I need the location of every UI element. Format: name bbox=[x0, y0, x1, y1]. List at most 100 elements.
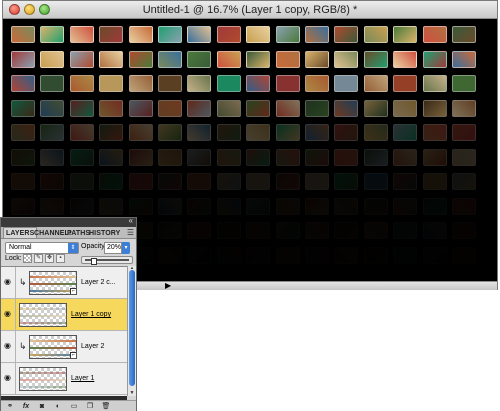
photo-thumbnail bbox=[11, 50, 35, 68]
photo-thumbnail bbox=[69, 26, 94, 43]
layer-thumbnail[interactable]: ⌐ bbox=[29, 271, 77, 295]
photo-thumbnail bbox=[246, 148, 271, 166]
smart-object-badge-icon: ⌐ bbox=[70, 288, 76, 294]
tab-history[interactable]: HISTORY bbox=[87, 228, 122, 239]
layer-name[interactable]: Layer 1 copy bbox=[71, 311, 111, 318]
delete-layer-trash-icon[interactable]: 🗑 bbox=[101, 402, 111, 411]
collapse-panel-icon[interactable]: « bbox=[129, 216, 133, 225]
layer-thumbnail[interactable] bbox=[19, 367, 67, 391]
photo-thumbnail bbox=[334, 222, 358, 239]
photo-thumbnail bbox=[99, 173, 124, 190]
layer-name[interactable]: Layer 1 bbox=[71, 375, 94, 382]
blend-mode-select[interactable]: Normal ⇕ bbox=[5, 242, 79, 254]
layer-list-scrollbar[interactable]: ▲ ▼ bbox=[127, 266, 136, 396]
photo-thumbnail bbox=[158, 222, 182, 239]
photo-thumbnail bbox=[69, 50, 94, 68]
photo-thumbnail bbox=[40, 148, 65, 166]
photo-thumbnail bbox=[334, 197, 359, 215]
photo-thumbnail bbox=[363, 99, 388, 117]
photo-thumbnail bbox=[423, 222, 447, 239]
layer-name[interactable]: Layer 2 bbox=[81, 343, 104, 350]
photo-thumbnail bbox=[393, 173, 418, 190]
layer-name[interactable]: Layer 2 c... bbox=[81, 279, 116, 286]
photo-thumbnail bbox=[393, 247, 417, 264]
photo-thumbnail bbox=[40, 75, 65, 92]
photo-thumbnail bbox=[246, 197, 271, 215]
photo-thumbnail bbox=[216, 148, 241, 166]
layer-thumbnail[interactable] bbox=[19, 303, 67, 327]
new-layer-icon[interactable]: ❐ bbox=[85, 402, 95, 411]
layer-row[interactable]: ◉ ↳ ⌐ Layer 2 bbox=[1, 331, 127, 363]
visibility-toggle[interactable]: ◉ bbox=[1, 363, 16, 394]
scrollbar-thumb[interactable] bbox=[129, 270, 135, 386]
photo-thumbnail bbox=[275, 148, 300, 166]
photo-thumbnail bbox=[393, 124, 418, 141]
photo-thumbnail bbox=[158, 50, 182, 68]
photo-thumbnail bbox=[334, 247, 358, 264]
fx-layer-style-icon[interactable]: fx bbox=[21, 402, 31, 411]
photo-thumbnail bbox=[187, 222, 211, 239]
photo-thumbnail bbox=[305, 75, 329, 92]
photo-thumbnail bbox=[187, 50, 212, 68]
photo-thumbnail bbox=[334, 26, 359, 43]
new-group-folder-icon[interactable]: ▭ bbox=[69, 402, 79, 411]
photo-thumbnail bbox=[216, 99, 241, 117]
photo-thumbnail bbox=[363, 197, 388, 215]
photo-thumbnail bbox=[99, 26, 124, 43]
photo-thumbnail bbox=[275, 26, 300, 43]
photo-thumbnail bbox=[275, 173, 300, 190]
photo-thumbnail bbox=[452, 173, 476, 190]
photo-thumbnail bbox=[158, 247, 182, 264]
photo-thumbnail bbox=[452, 99, 476, 117]
layer-row[interactable]: ◉ ↳ ⌐ Layer 2 c... bbox=[1, 267, 127, 299]
photo-thumbnail bbox=[422, 75, 447, 92]
layer-thumbnail[interactable]: ⌐ bbox=[29, 335, 77, 359]
panel-menu-icon[interactable]: ☰ bbox=[127, 228, 134, 237]
photo-thumbnail bbox=[99, 124, 124, 141]
photo-thumbnail bbox=[158, 197, 182, 215]
link-layers-icon[interactable]: ⚭ bbox=[5, 402, 15, 411]
eye-icon: ◉ bbox=[4, 373, 11, 382]
photo-thumbnail bbox=[40, 26, 65, 43]
visibility-toggle[interactable]: ◉ bbox=[1, 299, 16, 330]
photo-thumbnail bbox=[363, 148, 388, 166]
opacity-slider[interactable] bbox=[81, 256, 133, 265]
scroll-down-arrow-icon[interactable]: ▼ bbox=[128, 390, 136, 396]
opacity-input[interactable]: 20% bbox=[104, 242, 122, 254]
status-menu-arrow-icon[interactable]: ▶ bbox=[165, 282, 171, 290]
photo-thumbnail bbox=[246, 124, 271, 141]
layer-row[interactable]: ◉ Layer 1 bbox=[1, 363, 127, 395]
photo-thumbnail bbox=[40, 197, 65, 215]
visibility-toggle[interactable]: ◉ bbox=[1, 267, 16, 298]
photo-thumbnail bbox=[246, 75, 271, 92]
lock-paint-brush-icon[interactable]: ✎ bbox=[34, 254, 43, 263]
photo-thumbnail bbox=[423, 247, 447, 264]
panel-header[interactable]: « bbox=[1, 216, 136, 227]
add-mask-icon[interactable]: ◙ bbox=[37, 402, 47, 411]
photo-thumbnail bbox=[452, 26, 476, 43]
photo-thumbnail bbox=[69, 75, 94, 92]
photo-thumbnail bbox=[187, 26, 212, 43]
photo-thumbnail bbox=[11, 99, 35, 117]
thumbnail-photo-strip bbox=[20, 372, 66, 374]
photo-thumbnail bbox=[216, 197, 241, 215]
photo-thumbnail bbox=[69, 197, 94, 215]
opacity-slider-toggle-icon[interactable]: ▾ bbox=[122, 242, 130, 254]
adjustment-layer-icon[interactable]: ◐ bbox=[53, 402, 63, 411]
photo-thumbnail bbox=[305, 197, 329, 215]
title-bar[interactable]: Untitled-1 @ 16.7% (Layer 1 copy, RGB/8)… bbox=[3, 1, 497, 19]
lock-position-move-icon[interactable]: ✥ bbox=[45, 254, 54, 263]
lock-all-padlock-icon[interactable]: ▪ bbox=[56, 254, 65, 263]
visibility-toggle[interactable]: ◉ bbox=[1, 331, 16, 362]
photo-thumbnail bbox=[128, 173, 153, 190]
photo-thumbnail bbox=[187, 99, 212, 117]
photo-thumbnail bbox=[393, 222, 417, 239]
panel-tabs: LAYERS CHANNEL! PATHS HISTORY ☰ bbox=[1, 227, 136, 239]
layers-panel: « LAYERS CHANNEL! PATHS HISTORY ☰ Normal… bbox=[0, 216, 137, 411]
layer-row[interactable]: ◉ Layer 1 copy bbox=[1, 299, 127, 331]
lock-transparency-icon[interactable] bbox=[23, 254, 32, 263]
photo-thumbnail bbox=[393, 148, 418, 166]
document-title: Untitled-1 @ 16.7% (Layer 1 copy, RGB/8)… bbox=[142, 4, 358, 16]
slider-thumb[interactable] bbox=[90, 258, 97, 265]
photo-thumbnail bbox=[128, 124, 153, 141]
